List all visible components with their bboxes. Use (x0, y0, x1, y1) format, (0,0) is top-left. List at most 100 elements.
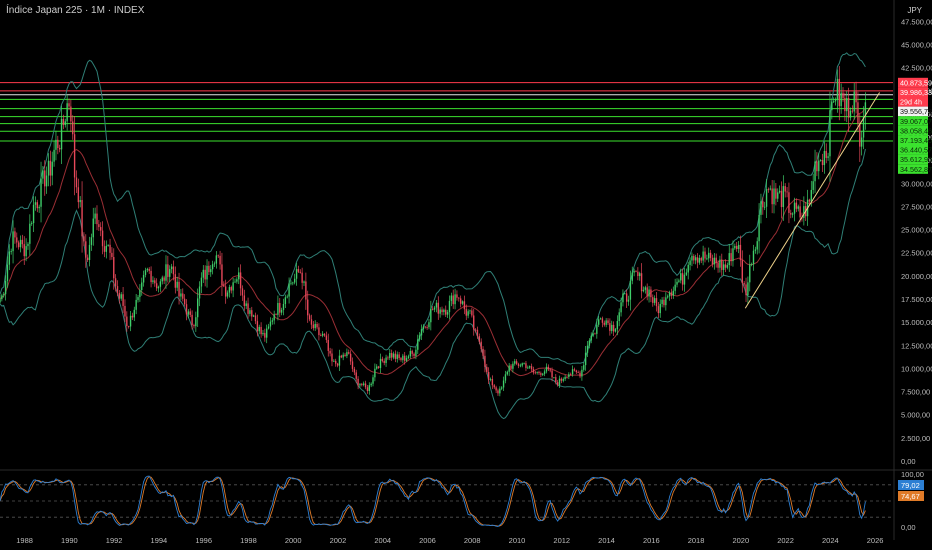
candle-body (426, 327, 428, 328)
candle-body (512, 363, 514, 369)
candle-body (631, 272, 633, 281)
candle-body (10, 251, 12, 252)
moving-average (0, 107, 866, 377)
candle-body (523, 363, 525, 365)
candle-body (366, 387, 369, 391)
candle-body (55, 139, 57, 150)
candle-body (528, 366, 531, 368)
candle-body (689, 260, 691, 265)
candle-body (404, 355, 406, 361)
candle-body (527, 367, 529, 369)
candle-body (353, 368, 356, 373)
candle-body (622, 293, 624, 303)
candle-body (700, 257, 702, 261)
candle-body (639, 273, 641, 277)
candle-body (443, 309, 445, 313)
candle-body (775, 188, 777, 199)
candle-body (439, 309, 441, 314)
candle-body (549, 369, 551, 371)
candle-body (666, 296, 669, 298)
candle-body (446, 312, 449, 315)
candle-body (624, 293, 626, 295)
candle-body (482, 348, 484, 356)
candle-body (545, 366, 548, 372)
price-levels (0, 82, 893, 142)
candle-body (0, 299, 1, 303)
price-tick-label: 20.000,00 (901, 272, 932, 281)
candle-body (120, 294, 122, 299)
candle-body (223, 285, 225, 287)
candle-body (310, 319, 313, 325)
candle-body (862, 116, 865, 138)
candle-body (215, 255, 218, 264)
candle-body (510, 365, 512, 369)
price-tick-label: 0,00 (901, 457, 916, 466)
candle-body (814, 161, 816, 182)
candle-body (514, 361, 516, 364)
candle-body (799, 206, 801, 218)
candle-body (476, 329, 479, 337)
candle-body (327, 339, 329, 351)
candle-body (81, 200, 83, 237)
candle-body (816, 161, 818, 172)
candle-body (555, 377, 557, 383)
candle-body (142, 274, 145, 283)
candle-body (627, 299, 630, 302)
candle-body (185, 304, 188, 315)
candle-body (141, 282, 143, 291)
price-tick-label: 15.000,00 (901, 318, 932, 327)
price-chart[interactable]: 0,00 2.500,00 5.000,00 7.500,00 10.000,00 12.… (0, 0, 932, 550)
candle-body (44, 170, 46, 187)
candle-body (562, 379, 564, 381)
candle-body (34, 202, 37, 205)
candle-body (189, 311, 191, 315)
candle-body (793, 202, 796, 214)
candle-body (260, 326, 262, 335)
candle-body (607, 320, 609, 324)
candle-body (721, 259, 723, 270)
candle-body (838, 78, 840, 107)
level-label-text: 37.193,40 (900, 136, 932, 145)
candle-body (773, 188, 775, 205)
candle-body (819, 159, 822, 161)
candle-body (122, 294, 124, 306)
price-tick-label: 12.500,00 (901, 341, 932, 350)
candle-body (683, 274, 686, 285)
candle-body (566, 376, 568, 378)
candle-body (320, 335, 322, 336)
candle-body (126, 316, 128, 327)
candle-body (418, 335, 421, 340)
candle-body (568, 374, 570, 377)
candle-body (204, 269, 206, 280)
price-tick-label: 17.500,00 (901, 295, 932, 304)
candle-body (428, 322, 430, 328)
candle-body (797, 206, 799, 209)
candle-body (31, 223, 33, 224)
candle-body (351, 361, 354, 369)
candle-body (303, 281, 305, 283)
candle-body (851, 110, 854, 112)
price-tick-label: 22.500,00 (901, 249, 932, 258)
candle-body (23, 244, 25, 257)
candle-body (139, 290, 141, 298)
candle-body (702, 251, 704, 261)
candle-body (474, 329, 477, 331)
candle-body (459, 298, 462, 304)
candle-body (49, 160, 52, 176)
candle-body (795, 202, 798, 209)
candle-body (60, 118, 63, 150)
candle-body (133, 309, 135, 318)
candle-body (146, 268, 149, 271)
candle-body (508, 365, 510, 372)
candle-body (392, 353, 395, 358)
candle-body (333, 360, 335, 362)
candle-body (155, 283, 158, 289)
candle-body (206, 265, 208, 280)
candle-body (221, 264, 223, 286)
level-label-text: 38.058,46 (900, 126, 932, 135)
candle-body (137, 297, 139, 300)
candle-body (709, 252, 712, 258)
candle-body (603, 322, 605, 325)
candle-body (614, 329, 617, 332)
time-tick-label: 2018 (688, 536, 705, 545)
